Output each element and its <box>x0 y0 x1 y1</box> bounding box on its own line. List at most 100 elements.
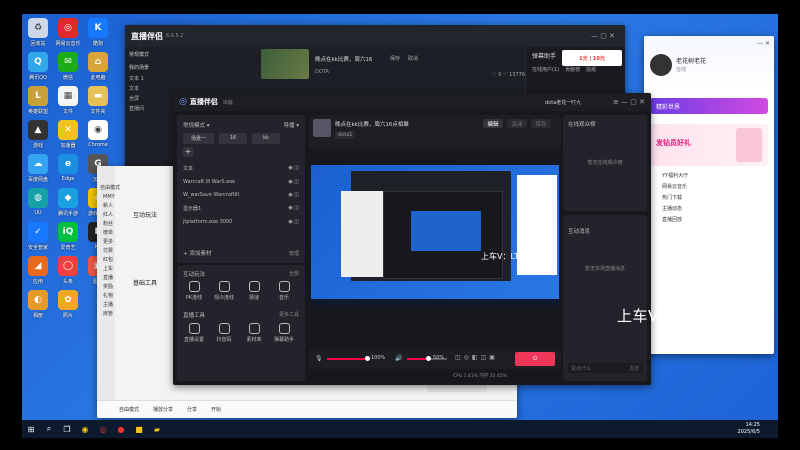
close-button[interactable]: 关闭 <box>507 119 527 128</box>
start-live-button[interactable]: ⏻ <box>515 352 555 366</box>
netease-icon[interactable]: ◎ <box>94 420 112 438</box>
search-icon[interactable]: ⌕ <box>40 420 58 438</box>
desktop-icon[interactable]: ◯ 头条 <box>55 256 81 285</box>
source-item[interactable]: Warcraft III WarS.exe ◉ ◫ <box>183 179 299 185</box>
save-button[interactable]: 保存 <box>531 119 551 128</box>
toolbar-icons[interactable]: ◫◎◧◫▣ <box>455 354 498 361</box>
source-controls-icon[interactable]: ◉ ◫ <box>288 192 299 198</box>
back-tab-cancel[interactable]: 取消 <box>408 55 418 62</box>
desktop-icon[interactable]: ◎ 网易云音乐 <box>55 18 81 47</box>
edit-button[interactable]: 编辑 <box>483 119 503 128</box>
app-icon[interactable]: ■ <box>130 420 148 438</box>
back-helper-tab[interactable]: 贴纸 <box>586 66 596 73</box>
send-button[interactable]: 发送 <box>629 365 639 372</box>
desktop-icon[interactable]: e Edge <box>55 154 81 182</box>
desktop-icon[interactable]: ◆ 腾讯手游 <box>55 188 81 217</box>
tool-button[interactable]: 直播设置 <box>181 323 207 343</box>
tool-button[interactable]: 音乐 <box>271 281 297 301</box>
back-helper-tab[interactable]: 贡献榜 <box>565 66 580 73</box>
add-material-button[interactable]: + 添加素材 <box>183 249 211 257</box>
folder-icon[interactable]: ▰ <box>148 420 166 438</box>
interaction-more[interactable]: 全部 <box>289 270 299 277</box>
windows-start-icon[interactable]: ⊞ <box>22 420 40 438</box>
chat-row[interactable]: 上车 <box>103 265 129 272</box>
speaker-slider[interactable] <box>426 356 431 361</box>
desktop-icon[interactable]: iQ 爱奇艺 <box>55 222 81 251</box>
scene-tab[interactable]: 16 <box>219 133 248 144</box>
back-mode[interactable]: 常规模式 <box>129 51 181 58</box>
user-name[interactable]: dota老花一叮九 <box>545 99 581 106</box>
desktop-icon[interactable]: ✿ 照片 <box>55 290 81 319</box>
desktop-icon[interactable]: ◢ 应用 <box>25 256 51 285</box>
mic-slider[interactable] <box>365 356 370 361</box>
mic-icon[interactable]: 🎙 <box>315 355 323 362</box>
source-controls-icon[interactable]: ◉ ◫ <box>288 165 299 172</box>
qq-link[interactable]: 主播动态 <box>650 205 768 212</box>
qq-link[interactable]: 直播回放 <box>650 216 768 223</box>
main-window-controls[interactable]: ≡ — ▢ ✕ <box>613 98 645 106</box>
desktop-icon[interactable]: ⌂ 此电脑 <box>85 52 111 81</box>
chat-row[interactable]: 直播 <box>103 274 129 281</box>
source-controls-icon[interactable]: ◉ ◫ <box>288 205 299 212</box>
source-item[interactable]: jtplatform.exe 3000 ◉ ◫ <box>183 219 299 225</box>
desktop-icon[interactable]: K 酷狗 <box>85 18 111 47</box>
desktop-icon[interactable]: ▦ 文件 <box>55 86 81 115</box>
desktop-icon[interactable]: L 英雄联盟 <box>25 86 51 115</box>
source-item[interactable]: 显示器1 ◉ ◫ <box>183 205 299 212</box>
chat-bottom-item[interactable]: 分享 <box>187 406 197 413</box>
live-tools-more[interactable]: 更多工具 <box>279 311 299 318</box>
chat-row[interactable]: 新人 <box>103 202 129 209</box>
live-title[interactable]: 晚点在kk比赛，周六16点相聚 <box>335 120 409 128</box>
chrome-icon[interactable]: ◉ <box>76 420 94 438</box>
tool-button[interactable]: 观众连线 <box>211 281 237 301</box>
desktop-icon[interactable]: ◉ Chrome <box>85 120 111 148</box>
back-tab-save[interactable]: 保存 <box>390 55 400 62</box>
manage-button[interactable]: 管理 <box>289 250 299 257</box>
chat-message-input[interactable]: 说点什么 发送 <box>568 363 642 373</box>
qq-link[interactable]: 热门下载 <box>650 194 768 201</box>
stream-cover[interactable] <box>313 119 331 137</box>
desktop-icon[interactable]: ▬ 文件夹 <box>85 86 111 115</box>
back-side-item[interactable]: 文本 1 <box>129 75 181 82</box>
qq-banner[interactable]: 精彩世界 <box>650 98 768 114</box>
chat-row[interactable]: 房管 <box>103 310 129 317</box>
chat-input[interactable] <box>427 384 487 392</box>
chat-row[interactable]: 礼物 <box>103 292 129 299</box>
source-item[interactable]: 文本 ◉ ◫ <box>183 165 299 172</box>
chat-row[interactable]: 奖励 <box>103 283 129 290</box>
chat-bottom-item[interactable]: 自由模式 <box>119 406 139 413</box>
room-tag[interactable]: dota1 <box>335 131 356 139</box>
director-button[interactable]: 导播 ▾ <box>283 121 299 129</box>
chat-row[interactable]: 红人 <box>103 211 129 218</box>
chat-bottom-item[interactable]: 播放分享 <box>153 406 173 413</box>
desktop-icon[interactable]: ✓ 安全管家 <box>25 222 51 251</box>
source-controls-icon[interactable]: ◉ ◫ <box>288 179 299 185</box>
desktop-icon[interactable]: Q 腾讯QQ <box>25 52 51 81</box>
desktop-icon[interactable]: ✉ 微信 <box>55 52 81 81</box>
scene-tab[interactable]: kk <box>252 133 281 144</box>
desktop-icon[interactable]: ◐ 相册 <box>25 290 51 319</box>
source-controls-icon[interactable]: ◉ ◫ <box>288 219 299 225</box>
tool-button[interactable]: PK连线 <box>181 281 207 301</box>
mode-select[interactable]: 常规模式 ▾ <box>183 121 210 129</box>
back-side-item[interactable]: 文本 <box>129 85 181 92</box>
qq-link[interactable]: 网易云音乐 <box>650 183 768 190</box>
avatar[interactable] <box>650 54 672 76</box>
tool-button[interactable]: 素材库 <box>241 323 267 343</box>
recorder-icon[interactable]: ● <box>112 420 130 438</box>
back-window-controls[interactable]: — ▢ ✕ <box>591 32 615 40</box>
tool-button[interactable]: 抖音码 <box>211 323 237 343</box>
desktop-icon[interactable]: ✕ 加速器 <box>55 120 81 149</box>
chat-row[interactable]: 粉丝 <box>103 220 129 227</box>
qq-link[interactable]: YY福利大厅 <box>650 172 768 179</box>
add-scene-button[interactable]: + <box>183 147 193 157</box>
chat-row[interactable]: 榜单 <box>103 229 129 236</box>
chat-row[interactable]: 主播 <box>103 301 129 308</box>
clock[interactable]: 14:25 2025/6/5 <box>738 422 760 436</box>
qq-promo[interactable]: 发钻员好礼 <box>650 124 768 166</box>
stream-preview[interactable]: 上车V：LTX113236 <box>311 165 559 305</box>
chat-row[interactable]: 付费 <box>103 247 129 254</box>
qq-window-controls[interactable]: — ✕ <box>757 40 770 47</box>
desktop-icon[interactable]: ♻ 回收站 <box>25 18 51 47</box>
back-helper-tab[interactable]: 在线用户(1) <box>532 66 559 73</box>
